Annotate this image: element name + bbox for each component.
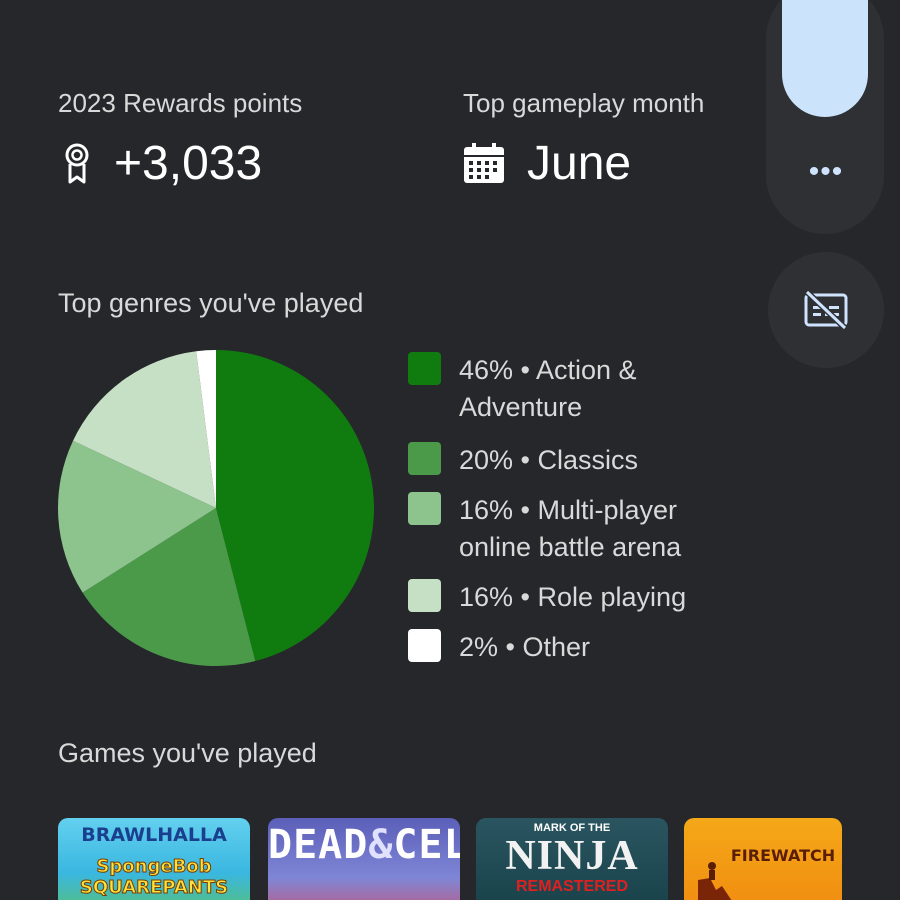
rewards-points-label: 2023 Rewards points	[58, 88, 303, 118]
game-tile-mark-of-the-ninja[interactable]: MARK OF THE NINJA REMASTERED	[476, 818, 668, 900]
legend-swatch	[408, 579, 441, 612]
legend-swatch	[408, 442, 441, 475]
genres-legend: 46% • Action & Adventure 20% • Classics …	[408, 352, 748, 669]
tile-word: CELLS	[393, 822, 460, 868]
legend-label: 16% • Multi-player online battle arena	[459, 495, 682, 562]
top-month-value-row: June	[463, 136, 631, 191]
tile-word: DEAD	[268, 822, 369, 868]
game-tile-firewatch[interactable]: FIREWATCH	[684, 818, 842, 900]
award-ribbon-icon	[65, 143, 89, 183]
legend-item: 16% • Role playing	[408, 579, 748, 629]
legend-label: 20% • Classics	[459, 445, 639, 475]
genres-pie-chart	[58, 350, 374, 666]
legend-item: 16% • Multi-player online battle arena	[408, 492, 748, 579]
legend-label: 2% • Other	[459, 632, 591, 662]
no-captions-icon	[804, 290, 848, 330]
games-strip: BRAWLHALLA SpongeBob SQUAREPANTS DEAD&CE…	[58, 818, 842, 900]
tile-line: DEAD&CELLS	[268, 822, 460, 868]
game-tile-brawlhalla[interactable]: BRAWLHALLA SpongeBob SQUAREPANTS	[58, 818, 250, 900]
more-dots-icon[interactable]: •••	[806, 157, 846, 190]
rewards-points-value: +3,033	[114, 137, 263, 190]
legend-swatch	[408, 492, 441, 525]
legend-item: 20% • Classics	[408, 442, 748, 492]
genres-title: Top genres you've played	[58, 288, 364, 318]
legend-label: 46% • Action & Adventure	[459, 355, 637, 422]
tile-line: FIREWATCH	[730, 846, 836, 865]
legend-item: 46% • Action & Adventure	[408, 352, 748, 442]
tile-line: NINJA	[505, 833, 639, 879]
top-month-value: June	[527, 137, 632, 190]
legend-swatch	[408, 629, 441, 662]
legend-label: 16% • Role playing	[459, 582, 687, 612]
captions-toggle-button[interactable]	[768, 252, 884, 368]
games-title: Games you've played	[58, 738, 317, 768]
tile-line: BRAWLHALLA	[81, 824, 227, 846]
top-month-label: Top gameplay month	[463, 88, 705, 118]
legend-swatch	[408, 352, 441, 385]
rail-scroll-thumb[interactable]	[782, 0, 868, 117]
calendar-icon	[464, 142, 504, 183]
legend-item: 2% • Other	[408, 629, 748, 669]
rewards-points-value-row: +3,033	[62, 136, 262, 191]
firewatch-silhouette-icon	[698, 862, 732, 900]
tile-line: SpongeBob SQUAREPANTS	[79, 856, 229, 899]
tile-line: REMASTERED	[515, 878, 628, 895]
game-tile-dead-cells[interactable]: DEAD&CELLS	[268, 818, 460, 900]
